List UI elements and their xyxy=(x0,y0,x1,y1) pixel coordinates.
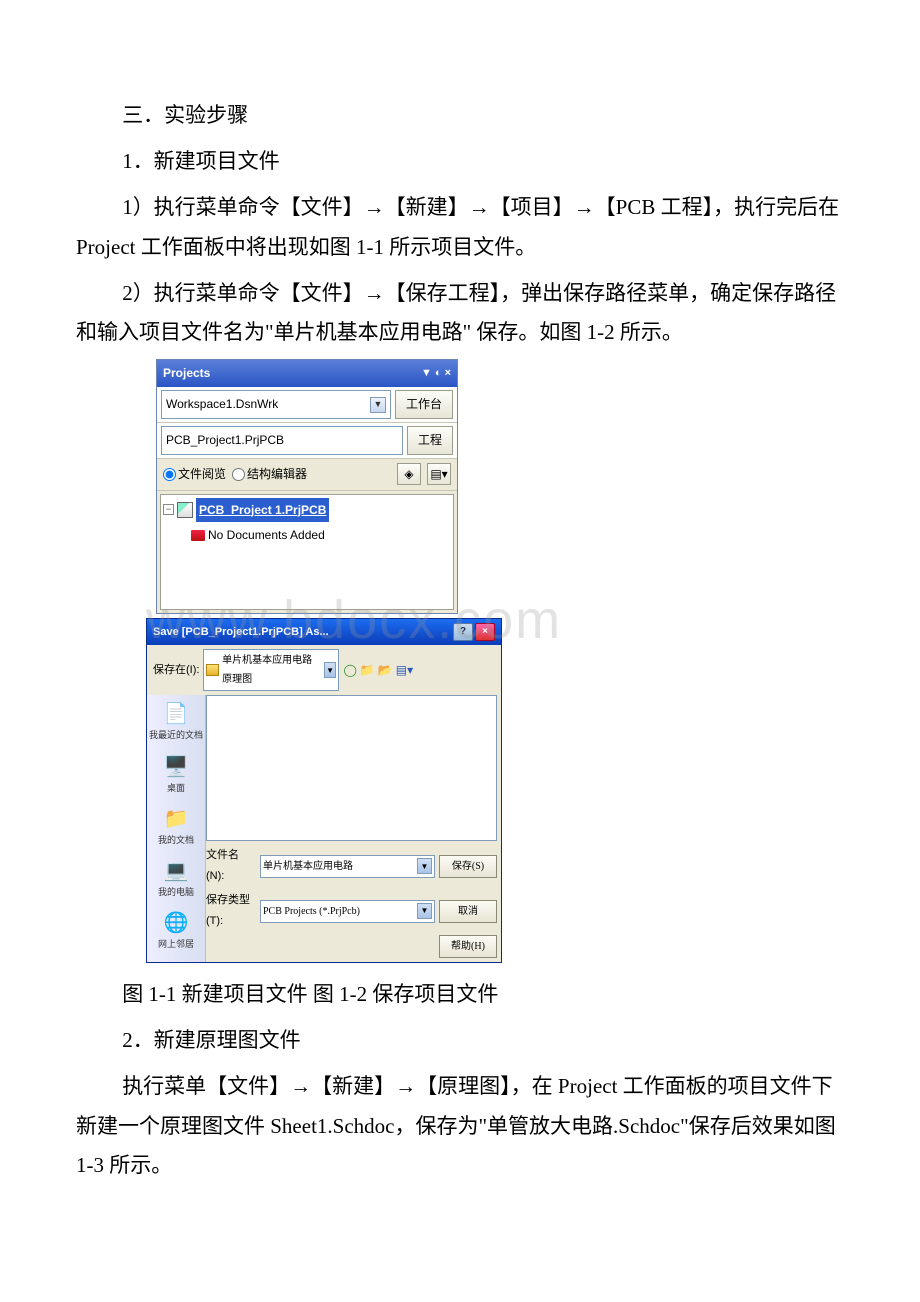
step1-title: 1．新建项目文件 xyxy=(76,142,844,182)
projects-panel: Projects ▼ ◐ × Workspace1.DsnWrk ▼ 工作台 P… xyxy=(156,359,458,613)
dialog-close-icon[interactable]: × xyxy=(475,623,495,641)
filetype-combo[interactable]: PCB Projects (*.PrjPcb) ▼ xyxy=(260,900,435,923)
filename-label: 文件名(N): xyxy=(206,845,256,887)
filename-input[interactable]: 单片机基本应用电路 ▼ xyxy=(260,855,435,878)
project-name-field: PCB_Project1.PrjPCB xyxy=(161,426,403,455)
chevron-down-icon[interactable]: ▼ xyxy=(324,662,337,678)
radio-fileview-label: 文件阅览 xyxy=(178,467,226,481)
step2-title: 2．新建原理图文件 xyxy=(76,1021,844,1061)
filetype-label: 保存类型(T): xyxy=(206,890,256,932)
chevron-down-icon[interactable]: ▼ xyxy=(417,903,432,919)
step2-para1: 执行菜单【文件】→【新建】→【原理图】，在 Project 工作面板的项目文件下… xyxy=(76,1067,844,1187)
tree-empty-label: No Documents Added xyxy=(208,524,325,547)
filetype-value: PCB Projects (*.PrjPcb) xyxy=(263,902,360,921)
help-button[interactable]: 帮助(H) xyxy=(439,935,497,958)
cancel-button[interactable]: 取消 xyxy=(439,900,497,923)
radio-structure[interactable]: 结构编辑器 xyxy=(232,463,307,486)
panel-close-icon[interactable]: × xyxy=(445,363,451,384)
panel-dropdown-icon[interactable]: ▼ xyxy=(421,363,432,384)
tree-root-row[interactable]: − PCB_Project 1.PrjPCB xyxy=(163,497,451,524)
step1-para1: 1）执行菜单命令【文件】→【新建】→【项目】→【PCB 工程】，执行完后在 Pr… xyxy=(76,188,844,268)
views-icon[interactable]: ▤▾ xyxy=(396,659,413,682)
panel-titlebar[interactable]: Projects ▼ ◐ × xyxy=(157,360,457,387)
computer-icon: 💻 xyxy=(161,858,191,884)
folder-icon xyxy=(206,664,219,676)
project-button[interactable]: 工程 xyxy=(407,426,453,455)
up-icon[interactable]: 📁 xyxy=(360,659,375,682)
refresh-icon[interactable]: ◈ xyxy=(397,463,421,485)
places-computer-label: 我的电脑 xyxy=(158,884,194,901)
radio-fileview[interactable]: 文件阅览 xyxy=(163,463,226,486)
dialog-help-icon[interactable]: ? xyxy=(453,623,473,641)
places-computer[interactable]: 💻 我的电脑 xyxy=(147,856,205,906)
workspace-value: Workspace1.DsnWrk xyxy=(166,393,278,416)
section-heading: 三．实验步骤 xyxy=(76,96,844,136)
tree-collapse-icon[interactable]: − xyxy=(163,504,174,515)
chevron-down-icon[interactable]: ▼ xyxy=(370,397,386,413)
mydocs-icon: 📁 xyxy=(161,806,191,832)
save-button[interactable]: 保存(S) xyxy=(439,855,497,878)
desktop-icon: 🖥️ xyxy=(161,754,191,780)
filename-value: 单片机基本应用电路 xyxy=(263,857,353,876)
folder-icon xyxy=(191,530,205,541)
workspace-combo[interactable]: Workspace1.DsnWrk ▼ xyxy=(161,390,391,419)
places-recent-label: 我最近的文档 xyxy=(149,727,203,744)
project-tree[interactable]: − PCB_Project 1.PrjPCB No Documents Adde… xyxy=(160,494,454,610)
dialog-title-text: Save [PCB_Project1.PrjPCB] As... xyxy=(153,622,329,643)
savein-combo[interactable]: 单片机基本应用电路原理图 ▼ xyxy=(203,649,339,691)
options-icon[interactable]: ▤▾ xyxy=(427,463,451,485)
panel-title-text: Projects xyxy=(163,362,210,385)
newfolder-icon[interactable]: 📂 xyxy=(378,659,393,682)
radio-structure-label: 结构编辑器 xyxy=(247,467,307,481)
places-recent[interactable]: 📄 我最近的文档 xyxy=(147,699,205,749)
places-desktop[interactable]: 🖥️ 桌面 xyxy=(147,752,205,802)
workspace-button[interactable]: 工作台 xyxy=(395,390,453,419)
places-bar: 📄 我最近的文档 🖥️ 桌面 📁 我的文档 💻 我的电脑 xyxy=(147,695,206,961)
tree-empty-row: No Documents Added xyxy=(163,523,451,548)
file-list-area[interactable] xyxy=(206,695,497,841)
save-as-dialog: Save [PCB_Project1.PrjPCB] As... ? × 保存在… xyxy=(146,618,502,963)
places-mydocs-label: 我的文档 xyxy=(158,832,194,849)
figure-1-1-2-caption: 图 1-1 新建项目文件 图 1-2 保存项目文件 xyxy=(76,975,844,1015)
recent-docs-icon: 📄 xyxy=(161,701,191,727)
tree-root-label: PCB_Project 1.PrjPCB xyxy=(196,498,329,523)
project-file-icon xyxy=(177,502,193,518)
places-desktop-label: 桌面 xyxy=(167,780,185,797)
savein-value: 单片机基本应用电路原理图 xyxy=(222,651,321,689)
places-mydocs[interactable]: 📁 我的文档 xyxy=(147,804,205,854)
dialog-titlebar[interactable]: Save [PCB_Project1.PrjPCB] As... ? × xyxy=(147,619,501,646)
step1-para2: 2）执行菜单命令【文件】→【保存工程】，弹出保存路径菜单，确定保存路径和输入项目… xyxy=(76,274,844,354)
network-icon: 🌐 xyxy=(161,910,191,936)
panel-pin-icon[interactable]: ◐ xyxy=(435,363,442,384)
places-network-label: 网上邻居 xyxy=(158,936,194,953)
savein-label: 保存在(I): xyxy=(153,660,199,681)
chevron-down-icon[interactable]: ▼ xyxy=(417,858,432,874)
back-icon[interactable]: ◯ xyxy=(343,659,356,682)
places-network[interactable]: 🌐 网上邻居 xyxy=(147,908,205,958)
